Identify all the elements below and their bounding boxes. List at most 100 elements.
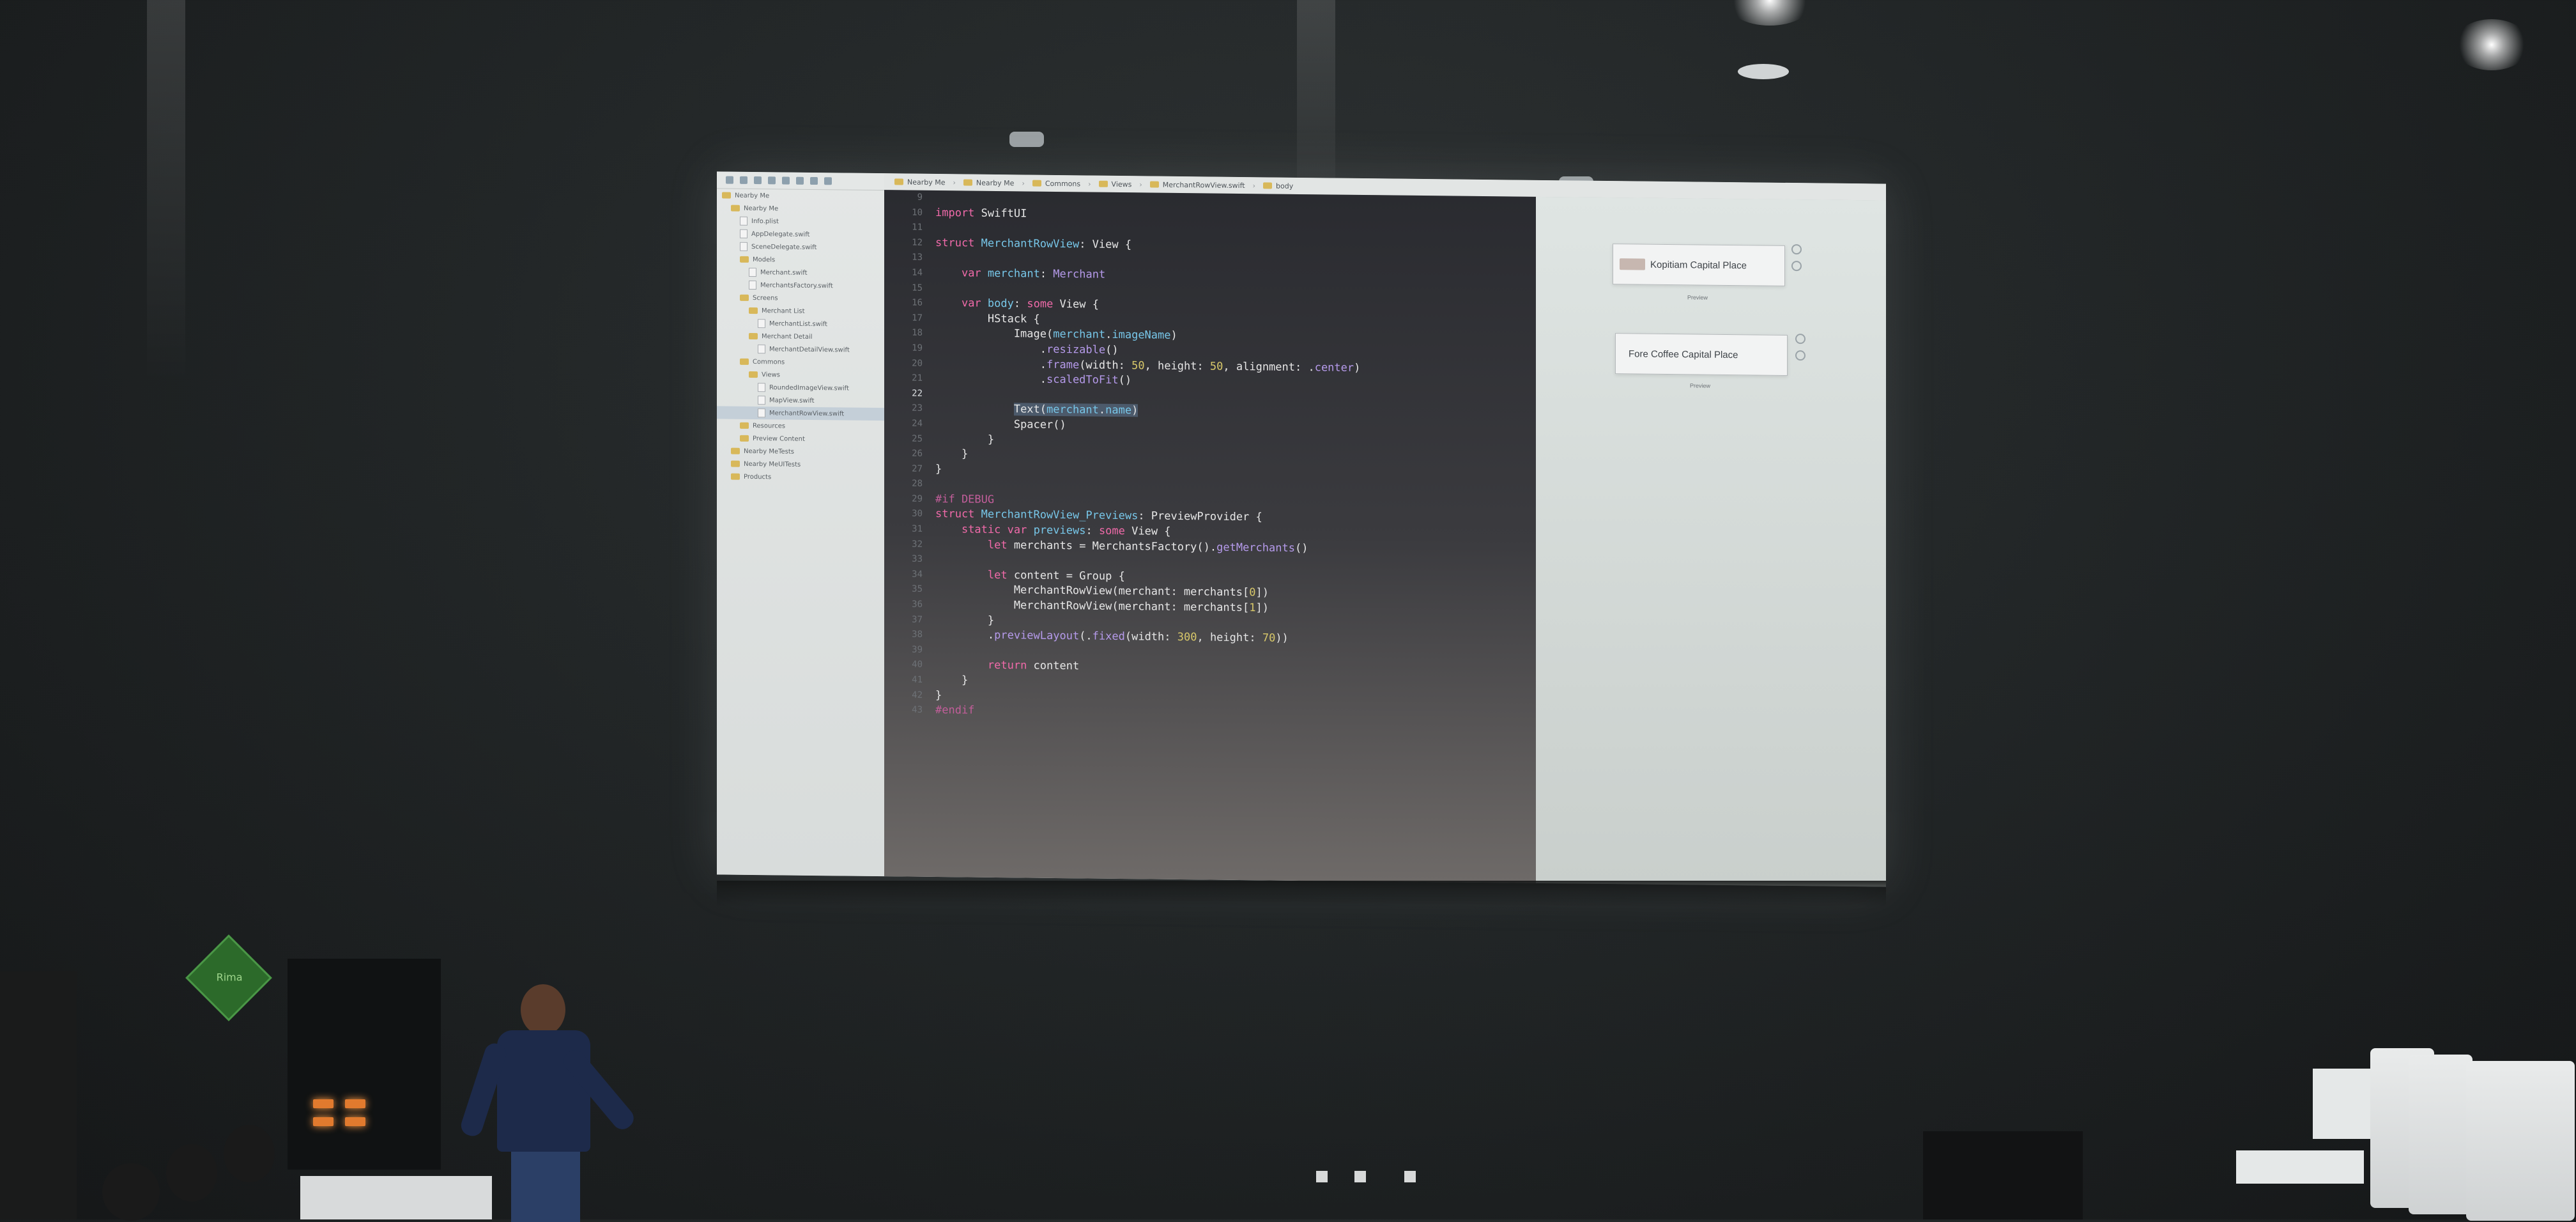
nav-item[interactable]: Preview Content xyxy=(717,431,884,446)
breadcrumb-item[interactable]: Nearby Me xyxy=(894,178,946,187)
nav-item[interactable]: Nearby MeTests xyxy=(717,444,884,459)
chevron-right-icon: › xyxy=(953,178,956,187)
nav-item[interactable]: Views xyxy=(717,367,884,382)
rack-indicator xyxy=(313,1117,334,1126)
preview-caption: Preview xyxy=(1687,294,1708,301)
nav-item[interactable]: Resources xyxy=(717,419,884,433)
line-number: 10 xyxy=(912,207,923,218)
event-sign: Rima xyxy=(185,934,272,1021)
ceiling-lamp xyxy=(1738,64,1789,79)
folder-icon xyxy=(894,178,903,185)
line-number: 23 xyxy=(912,403,923,414)
line-number: 38 xyxy=(912,629,923,640)
warning-icon[interactable] xyxy=(782,176,790,185)
nav-item-label: Merchant.swift xyxy=(760,268,808,277)
ceiling-lamp xyxy=(1009,132,1044,147)
preview-row[interactable]: Fore Coffee Capital Place xyxy=(1615,333,1788,376)
breadcrumb-item[interactable]: MerchantRowView.swift xyxy=(1149,180,1245,190)
breadcrumb-label: Nearby Me xyxy=(976,178,1015,187)
line-number: 9 xyxy=(917,192,923,203)
nav-item-label: MerchantRowView.swift xyxy=(769,409,845,418)
nav-item-label: SceneDelegate.swift xyxy=(751,243,817,251)
preview-inspect-icon[interactable] xyxy=(1791,244,1802,255)
code-text: import SwiftUI xyxy=(935,206,1027,220)
stacked-chairs xyxy=(2370,1048,2576,1221)
folder-icon xyxy=(731,447,740,454)
nav-item[interactable]: MerchantDetailView.swift xyxy=(717,342,884,357)
breadcrumb-item[interactable]: Views xyxy=(1098,180,1132,189)
nav-item[interactable]: AppDelegate.swift xyxy=(717,227,884,242)
test-icon[interactable] xyxy=(796,176,804,185)
nav-item-label: Commons xyxy=(753,358,785,366)
preview-inspect-icon[interactable] xyxy=(1795,334,1805,344)
nav-item[interactable]: Screens xyxy=(717,291,884,306)
line-number: 41 xyxy=(912,674,923,685)
floor-outlet xyxy=(1316,1171,1328,1182)
nav-item[interactable]: MerchantRowView.swift xyxy=(717,406,884,421)
line-number: 25 xyxy=(912,433,923,444)
breadcrumb-item[interactable]: Nearby Me xyxy=(963,178,1015,187)
light-beam xyxy=(147,0,185,383)
nav-item[interactable]: MerchantList.swift xyxy=(717,316,884,331)
stacked-boxes xyxy=(2313,1069,2370,1139)
nav-item[interactable]: Merchant List xyxy=(717,304,884,318)
file-icon xyxy=(740,242,747,251)
nav-item[interactable]: RoundedImageView.swift xyxy=(717,380,884,395)
code-text: } xyxy=(935,613,995,627)
folder-icon xyxy=(1098,180,1108,187)
nav-item-label: MerchantDetailView.swift xyxy=(769,345,850,354)
nav-item[interactable]: Nearby MeUITests xyxy=(717,457,884,472)
rack-indicator xyxy=(345,1099,365,1108)
file-icon xyxy=(758,319,765,329)
preview-live-icon[interactable] xyxy=(1795,350,1805,361)
code-text: struct MerchantRowView: View { xyxy=(935,236,1132,251)
breakpoint-icon[interactable] xyxy=(824,177,832,185)
nav-item[interactable]: Nearby Me xyxy=(717,201,884,216)
nav-item[interactable]: MapView.swift xyxy=(717,393,884,408)
breadcrumb-label: Nearby Me xyxy=(907,178,946,187)
nav-item[interactable]: Commons xyxy=(717,355,884,369)
code-text: #if DEBUG xyxy=(935,492,995,506)
code-editor[interactable]: 9 10 import SwiftUI 11 12 struct MerchantRowV… xyxy=(884,190,1536,883)
preview-live-icon[interactable] xyxy=(1791,261,1802,272)
ceiling-light xyxy=(1725,0,1814,26)
folder-icon[interactable] xyxy=(726,176,733,184)
merchant-name: Fore Coffee Capital Place xyxy=(1629,348,1738,360)
search-icon[interactable] xyxy=(768,176,776,185)
nav-item[interactable]: Products xyxy=(717,470,884,484)
preview-row[interactable]: Kopitiam Capital Place xyxy=(1613,244,1785,286)
nav-item[interactable]: Models xyxy=(717,252,884,267)
breadcrumb-label: Views xyxy=(1111,180,1132,189)
nav-item-label: RoundedImageView.swift xyxy=(769,383,849,392)
nav-item[interactable]: Merchant Detail xyxy=(717,329,884,344)
nav-item[interactable]: SceneDelegate.swift xyxy=(717,240,884,254)
breadcrumb-label: body xyxy=(1276,182,1294,190)
line-number: 37 xyxy=(912,614,923,625)
file-icon xyxy=(749,280,756,290)
code-text: HStack { xyxy=(935,311,1040,326)
line-number: 30 xyxy=(912,509,923,520)
audience-member xyxy=(166,1144,217,1202)
source-control-icon[interactable] xyxy=(740,176,747,184)
chevron-right-icon: › xyxy=(1088,180,1091,189)
line-number: 21 xyxy=(912,373,923,383)
nav-item[interactable]: Nearby Me xyxy=(717,189,884,203)
line-number: 19 xyxy=(912,343,923,353)
symbol-icon[interactable] xyxy=(754,176,762,185)
stacked-boxes xyxy=(2236,1150,2364,1184)
nav-item-label: MerchantsFactory.swift xyxy=(760,281,833,290)
projection-screen: Nearby Me Nearby Me Info.plist AppDelegate.… xyxy=(717,171,1886,887)
floor-outlet xyxy=(1354,1171,1366,1182)
folder-icon xyxy=(731,473,740,480)
line-number: 22 xyxy=(912,388,923,399)
nav-item-label: AppDelegate.swift xyxy=(751,230,810,238)
line-number: 28 xyxy=(912,478,923,490)
breadcrumb-item[interactable]: Commons xyxy=(1032,179,1080,188)
debug-icon[interactable] xyxy=(810,176,818,185)
breadcrumb-item[interactable]: body xyxy=(1263,182,1293,190)
nav-item[interactable]: Merchant.swift xyxy=(717,265,884,280)
breadcrumb-label: Commons xyxy=(1045,179,1081,188)
nav-item[interactable]: Info.plist xyxy=(717,214,884,229)
code-text: } xyxy=(935,688,942,702)
nav-item[interactable]: MerchantsFactory.swift xyxy=(717,278,884,293)
